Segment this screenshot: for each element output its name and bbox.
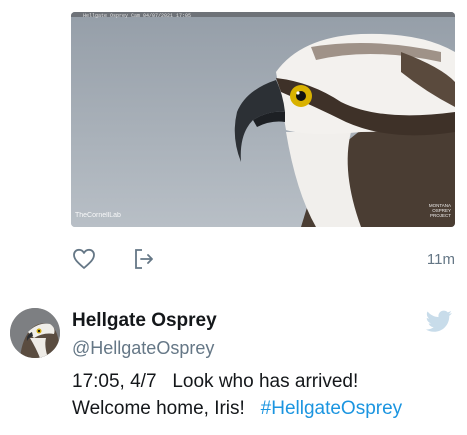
cornell-lab-watermark: TheCornellLab: [75, 212, 121, 219]
tweet-text-line-1: 17:05, 4/7 Look who has arrived!: [72, 371, 359, 392]
tweet-text: 17:05, 4/7 Look who has arrived! Welcome…: [72, 368, 467, 422]
camera-caption: Hellgate Osprey Cam 04/07/2021 17:05: [83, 13, 192, 19]
hashtag-link[interactable]: #HellgateOsprey: [261, 398, 403, 419]
share-icon[interactable]: [131, 246, 157, 272]
heart-icon[interactable]: [71, 246, 97, 272]
tweet-media-image[interactable]: Hellgate Osprey Cam 04/07/2021 17:05 The…: [71, 12, 455, 227]
tweet-text-line-2-text: Welcome home, Iris!: [72, 398, 261, 419]
osprey-photo: [71, 12, 455, 227]
montana-osprey-watermark: MONTANA OSPREY PROJECT: [428, 203, 451, 218]
osprey-avatar-image: [10, 308, 60, 358]
avatar[interactable]: [10, 308, 60, 358]
twitter-bird-icon[interactable]: [425, 310, 453, 334]
tweet-actions: 11m: [71, 246, 455, 272]
author-display-name[interactable]: Hellgate Osprey: [72, 310, 217, 332]
tweet-timestamp[interactable]: 11m: [427, 251, 455, 268]
author-handle[interactable]: @HellgateOsprey: [72, 338, 214, 359]
tweet-text-line-2: Welcome home, Iris! #HellgateOsprey: [72, 395, 467, 422]
